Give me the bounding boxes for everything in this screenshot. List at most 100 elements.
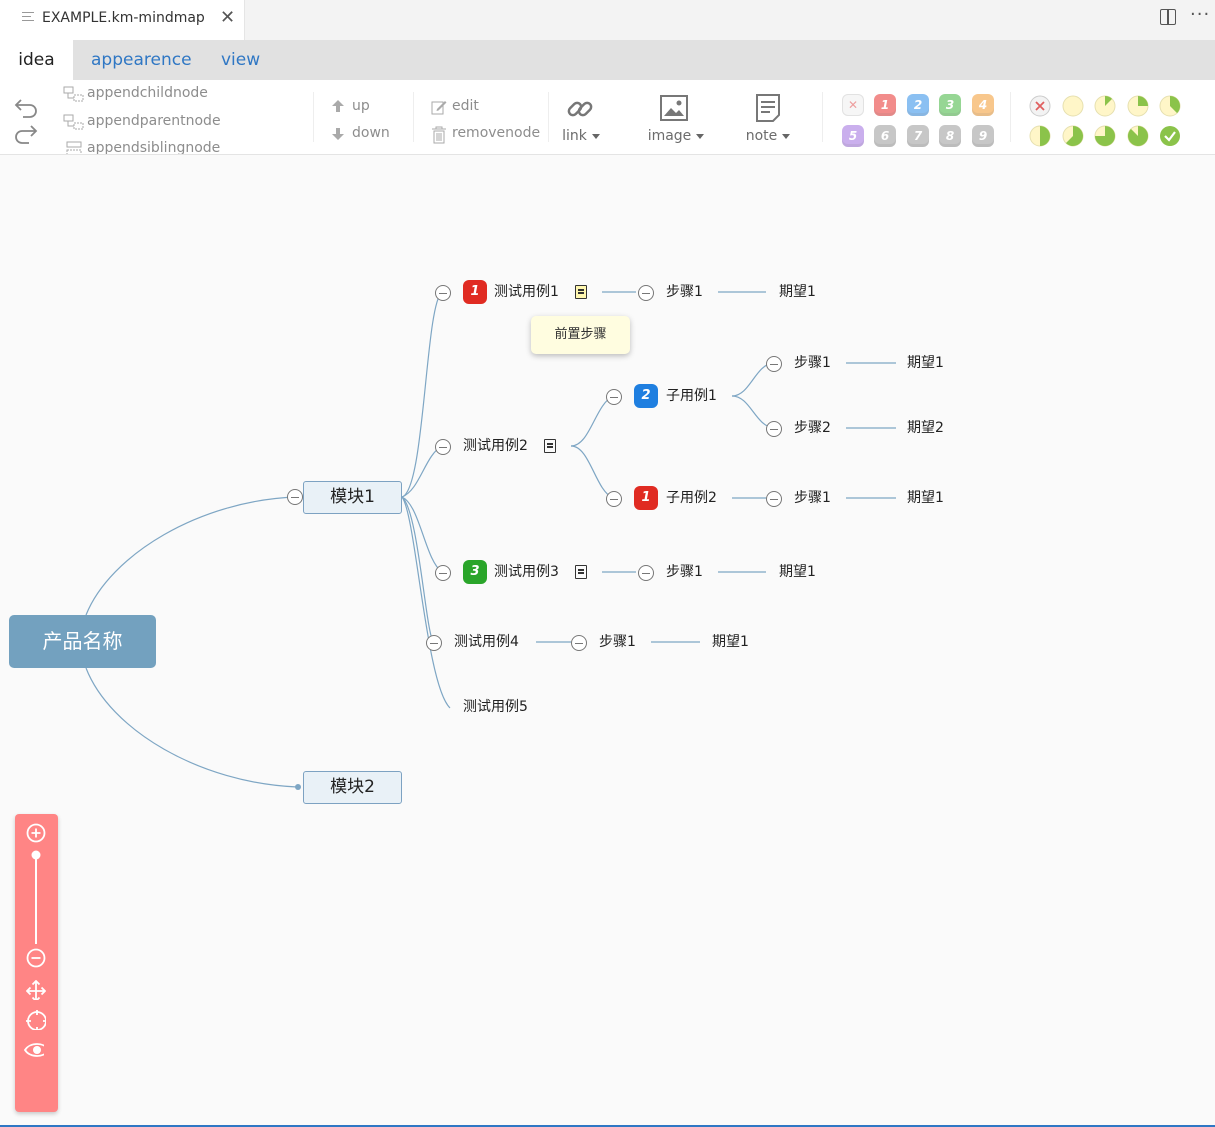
edit-icon bbox=[431, 101, 447, 115]
expect-node[interactable]: 期望2 bbox=[907, 418, 944, 438]
step-node[interactable]: 步骤1 bbox=[666, 282, 703, 302]
progress-option[interactable] bbox=[1127, 125, 1149, 147]
collapse-toggle[interactable] bbox=[287, 489, 303, 505]
note-icon[interactable] bbox=[756, 94, 780, 122]
zoom-in-icon[interactable] bbox=[26, 823, 46, 843]
priority-option[interactable]: 5 bbox=[842, 125, 864, 147]
module-node[interactable]: 模块2 bbox=[303, 771, 402, 804]
step-node[interactable]: 步骤1 bbox=[794, 488, 831, 508]
progress-option[interactable] bbox=[1029, 125, 1051, 147]
link-dropdown[interactable]: link bbox=[560, 128, 602, 144]
subcase-node[interactable]: 子用例1 bbox=[666, 386, 717, 406]
collapse-toggle[interactable] bbox=[426, 635, 442, 651]
case-node[interactable]: 测试用例4 bbox=[454, 632, 519, 652]
tab-view[interactable]: view bbox=[221, 40, 260, 80]
case-node[interactable]: 测试用例1 bbox=[494, 282, 559, 302]
up-button[interactable]: up bbox=[352, 98, 370, 114]
zoom-out-icon[interactable] bbox=[26, 948, 46, 968]
expect-node[interactable]: 期望1 bbox=[779, 562, 816, 582]
collapse-toggle[interactable] bbox=[606, 491, 622, 507]
priority-option[interactable]: 8 bbox=[939, 125, 961, 147]
link-icon[interactable] bbox=[565, 94, 595, 124]
collapse-toggle[interactable] bbox=[766, 356, 782, 372]
zoom-slider[interactable] bbox=[31, 848, 41, 948]
priority-badge: 1 bbox=[634, 486, 658, 510]
subcase-node[interactable]: 子用例2 bbox=[666, 488, 717, 508]
append-parent-button[interactable]: appendparentnode bbox=[87, 113, 221, 129]
progress-option[interactable] bbox=[1094, 125, 1116, 147]
editor-tab-file[interactable]: EXAMPLE.km-mindmap ✕ bbox=[0, 0, 245, 40]
step-node[interactable]: 步骤1 bbox=[666, 562, 703, 582]
move-icon[interactable] bbox=[26, 980, 46, 1000]
expect-node[interactable]: 期望1 bbox=[907, 488, 944, 508]
root-node[interactable]: 产品名称 bbox=[9, 615, 156, 668]
case-node[interactable]: 测试用例3 bbox=[494, 562, 559, 582]
split-editor-icon[interactable] bbox=[1160, 9, 1176, 25]
progress-option[interactable] bbox=[1062, 95, 1084, 117]
progress-option[interactable] bbox=[1094, 95, 1116, 117]
progress-clear-icon[interactable] bbox=[1029, 95, 1051, 117]
tab-appearence[interactable]: appearence bbox=[91, 40, 192, 80]
image-dropdown[interactable]: image bbox=[645, 128, 707, 144]
close-icon[interactable]: ✕ bbox=[220, 7, 235, 28]
append-sibling-icon bbox=[66, 141, 82, 154]
step-node[interactable]: 步骤1 bbox=[794, 353, 831, 373]
mindmap-canvas[interactable]: 产品名称 模块1 模块2 1 测试用例1 步骤1 期望1 前置步骤 测试用例2 … bbox=[0, 155, 1215, 1125]
progress-done-icon[interactable] bbox=[1159, 125, 1181, 147]
menu-tabs: idea appearence view bbox=[0, 40, 1215, 80]
expect-node[interactable]: 期望1 bbox=[779, 282, 816, 302]
collapse-toggle[interactable] bbox=[766, 491, 782, 507]
collapse-toggle[interactable] bbox=[638, 285, 654, 301]
priority-option[interactable]: 2 bbox=[907, 94, 929, 116]
note-icon[interactable] bbox=[575, 565, 587, 579]
more-actions-icon[interactable]: ··· bbox=[1190, 4, 1210, 25]
priority-option[interactable]: 4 bbox=[972, 94, 994, 116]
expect-node[interactable]: 期望1 bbox=[907, 353, 944, 373]
case-node[interactable]: 测试用例5 bbox=[463, 697, 528, 717]
priority-badge: 2 bbox=[634, 384, 658, 408]
collapse-toggle[interactable] bbox=[638, 565, 654, 581]
priority-option[interactable]: 9 bbox=[972, 125, 994, 147]
expect-node[interactable]: 期望1 bbox=[712, 632, 749, 652]
note-icon[interactable] bbox=[544, 439, 556, 453]
progress-option[interactable] bbox=[1159, 95, 1181, 117]
edit-button[interactable]: edit bbox=[452, 98, 479, 114]
tab-idea[interactable]: idea bbox=[0, 40, 73, 80]
collapse-toggle[interactable] bbox=[435, 565, 451, 581]
undo-icon[interactable] bbox=[13, 96, 39, 118]
redo-icon[interactable] bbox=[13, 122, 39, 144]
priority-clear-icon[interactable]: ✕ bbox=[842, 94, 864, 116]
editor-tab-strip: EXAMPLE.km-mindmap ✕ ··· bbox=[0, 0, 1215, 40]
down-button[interactable]: down bbox=[352, 125, 390, 141]
module-node[interactable]: 模块1 bbox=[303, 481, 402, 514]
priority-option[interactable]: 7 bbox=[907, 125, 929, 147]
toolbar: appendchildnode appendparentnode appends… bbox=[0, 80, 1215, 155]
note-dropdown[interactable]: note bbox=[742, 128, 794, 144]
collapse-toggle[interactable] bbox=[435, 439, 451, 455]
step-node[interactable]: 步骤1 bbox=[599, 632, 636, 652]
progress-option[interactable] bbox=[1127, 95, 1149, 117]
locate-center-icon[interactable] bbox=[26, 1010, 46, 1030]
file-name: EXAMPLE.km-mindmap bbox=[42, 10, 205, 26]
collapse-toggle[interactable] bbox=[571, 635, 587, 651]
arrow-down-icon bbox=[332, 128, 344, 140]
step-node[interactable]: 步骤2 bbox=[794, 418, 831, 438]
image-icon[interactable] bbox=[660, 95, 688, 121]
image-label: image bbox=[647, 128, 692, 144]
note-icon[interactable] bbox=[575, 285, 587, 299]
collapse-toggle[interactable] bbox=[606, 389, 622, 405]
append-sibling-button[interactable]: appendsiblingnode bbox=[87, 140, 220, 154]
link-label: link bbox=[562, 128, 587, 144]
collapse-toggle[interactable] bbox=[766, 421, 782, 437]
priority-option[interactable]: 1 bbox=[874, 94, 896, 116]
eye-icon[interactable] bbox=[24, 1040, 44, 1060]
append-child-icon bbox=[63, 86, 84, 102]
case-node[interactable]: 测试用例2 bbox=[463, 436, 528, 456]
priority-option[interactable]: 3 bbox=[939, 94, 961, 116]
priority-option[interactable]: 6 bbox=[874, 125, 896, 147]
zoom-slider-handle[interactable] bbox=[31, 850, 41, 860]
collapse-toggle[interactable] bbox=[435, 285, 451, 301]
progress-option[interactable] bbox=[1062, 125, 1084, 147]
remove-node-button[interactable]: removenode bbox=[452, 125, 540, 141]
append-child-button[interactable]: appendchildnode bbox=[87, 85, 208, 101]
